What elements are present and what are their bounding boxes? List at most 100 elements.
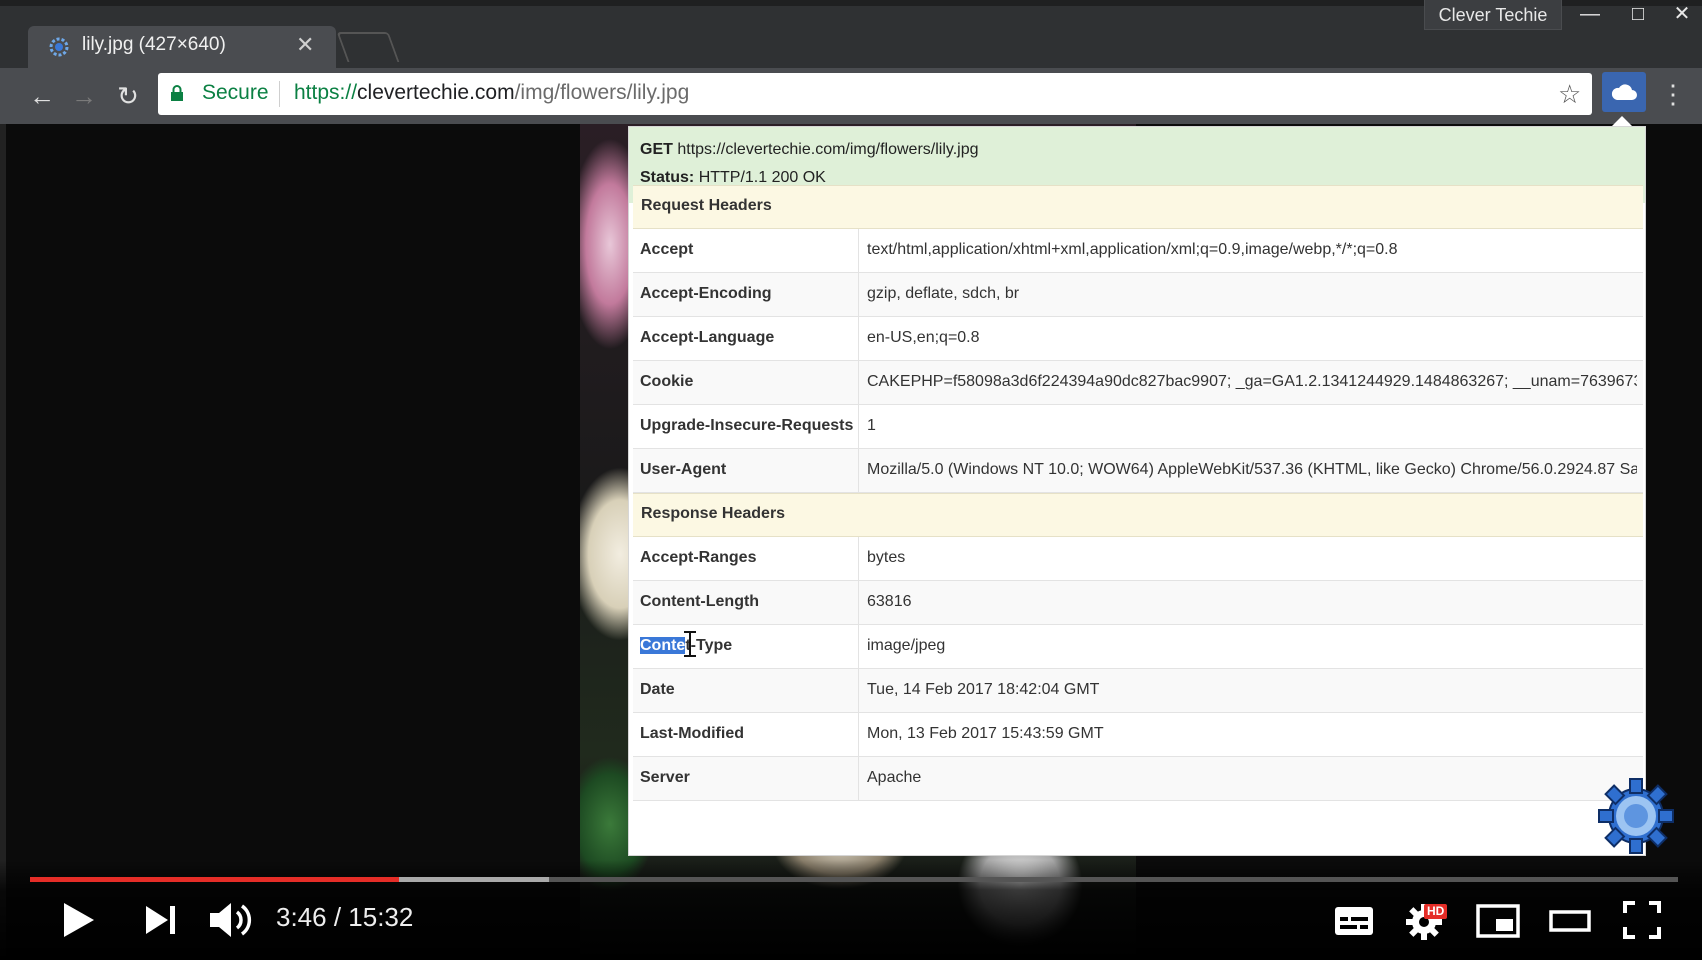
header-name: Accept-Encoding (640, 285, 772, 302)
secure-label: Secure (202, 81, 269, 104)
header-name-selected[interactable]: Contet-Type (640, 637, 732, 655)
play-icon[interactable] (56, 898, 100, 942)
url-path: /img/flowers/lily.jpg (514, 81, 690, 104)
header-name: User-Agent (640, 461, 727, 478)
cell-divider (858, 625, 859, 669)
close-window-icon[interactable]: ✕ (1658, 0, 1702, 30)
status-value: HTTP/1.1 200 OK (698, 169, 826, 186)
header-value: en-US,en;q=0.8 (867, 329, 980, 346)
header-name: Last-Modified (640, 725, 744, 742)
header-name: Content-Length (640, 593, 760, 610)
window-edge (0, 124, 6, 960)
header-row: User-Agent Mozilla/5.0 (Windows NT 10.0;… (633, 449, 1643, 493)
http-headers-popup: GET https://clevertechie.com/img/flowers… (628, 126, 1646, 856)
header-value: 1 (867, 417, 876, 434)
header-value: text/html,application/xhtml+xml,applicat… (867, 241, 1398, 258)
url-host: clevertechie.com (357, 81, 515, 104)
browser-toolbar: ← → ↻ Secure https://clevertechie.com/im… (0, 68, 1702, 124)
header-row: Last-Modified Mon, 13 Feb 2017 15:43:59 … (633, 713, 1643, 757)
cell-divider (858, 229, 859, 273)
request-method: GET (640, 141, 673, 158)
header-row: Contet-Type image/jpeg (633, 625, 1643, 669)
profile-button[interactable]: Clever Techie (1424, 0, 1562, 30)
header-value: Tue, 14 Feb 2017 18:42:04 GMT (867, 681, 1100, 698)
address-divider (279, 81, 280, 107)
header-name: Upgrade-Insecure-Requests (640, 417, 854, 434)
header-row: Accept-Language en-US,en;q=0.8 (633, 317, 1643, 361)
browser-titlebar: Clever Techie — □ ✕ lily.jpg (427×640) ✕ (0, 0, 1702, 68)
minimize-icon[interactable]: — (1566, 0, 1614, 30)
header-row: Server Apache (633, 757, 1643, 801)
kebab-menu-icon[interactable]: ⋮ (1660, 76, 1686, 112)
skip-next-icon[interactable] (140, 898, 184, 942)
tab-title: lily.jpg (427×640) (82, 34, 226, 55)
header-value: 63816 (867, 593, 912, 610)
request-headers-header: Request Headers (633, 185, 1643, 229)
maximize-icon[interactable]: □ (1614, 0, 1662, 30)
header-row: Accept-Encoding gzip, deflate, sdch, br (633, 273, 1643, 317)
cell-divider (858, 537, 859, 581)
cell-divider (858, 317, 859, 361)
header-name-rest: t-Type (685, 637, 733, 654)
cell-divider (858, 273, 859, 317)
header-name: Accept (640, 241, 694, 258)
cell-divider (858, 361, 859, 405)
lock-icon (171, 85, 183, 101)
progress-played (30, 877, 399, 882)
header-value: gzip, deflate, sdch, br (867, 285, 1020, 302)
header-row: Content-Length 63816 (633, 581, 1643, 625)
cell-divider (858, 405, 859, 449)
cell-divider (858, 449, 859, 493)
tab-close-icon[interactable]: ✕ (296, 32, 314, 58)
hd-badge: HD (1424, 904, 1448, 919)
request-headers-title: Request Headers (641, 197, 772, 214)
fullscreen-icon[interactable] (1622, 900, 1662, 940)
header-name: Accept-Language (640, 329, 775, 346)
url-text[interactable]: https://clevertechie.com/img/flowers/lil… (294, 81, 689, 105)
cell-divider (858, 581, 859, 625)
bookmark-star-icon[interactable]: ☆ (1558, 79, 1581, 110)
forward-arrow-icon[interactable]: → (66, 78, 102, 114)
gear-overlay-icon (1598, 778, 1674, 854)
url-scheme: https:// (294, 81, 358, 104)
header-value: Apache (867, 769, 922, 786)
text-selection: Conte (640, 637, 686, 654)
header-row: Accept text/html,application/xhtml+xml,a… (633, 229, 1643, 273)
cell-divider (858, 713, 859, 757)
header-row: Cookie CAKEPHP=f58098a3d6f224394a90dc827… (633, 361, 1643, 405)
header-row: Accept-Ranges bytes (633, 537, 1643, 581)
header-value: image/jpeg (867, 637, 946, 654)
address-bar[interactable]: Secure https://clevertechie.com/img/flow… (158, 73, 1592, 115)
new-tab-button[interactable] (336, 32, 400, 62)
header-name: Date (640, 681, 675, 698)
header-value: Mon, 13 Feb 2017 15:43:59 GMT (867, 725, 1104, 742)
http-headers-extension-button[interactable] (1602, 72, 1646, 112)
cell-divider (858, 757, 859, 801)
header-value: CAKEPHP=f58098a3d6f224394a90dc827bac9907… (867, 373, 1637, 390)
header-name: Cookie (640, 373, 694, 390)
header-row: Upgrade-Insecure-Requests 1 (633, 405, 1643, 449)
theater-mode-icon[interactable] (1548, 904, 1592, 938)
popup-pointer (1612, 116, 1632, 126)
request-line: GET https://clevertechie.com/img/flowers… (640, 141, 978, 159)
header-value: Mozilla/5.0 (Windows NT 10.0; WOW64) App… (867, 461, 1637, 478)
status-label: Status: (640, 169, 695, 186)
back-arrow-icon[interactable]: ← (24, 78, 60, 114)
browser-tab[interactable]: lily.jpg (427×640) ✕ (28, 26, 336, 68)
reload-icon[interactable]: ↻ (110, 78, 146, 114)
time-display: 3:46 / 15:32 (276, 902, 414, 932)
response-headers-header: Response Headers (633, 493, 1643, 537)
header-row: Date Tue, 14 Feb 2017 18:42:04 GMT (633, 669, 1643, 713)
cell-divider (858, 669, 859, 713)
text-cursor-icon (684, 631, 696, 657)
volume-icon[interactable] (206, 898, 256, 942)
header-name: Server (640, 769, 690, 786)
loading-spinner-icon (49, 37, 69, 57)
response-headers-title: Response Headers (641, 505, 786, 522)
request-url: https://clevertechie.com/img/flowers/lil… (677, 141, 979, 158)
cloud-icon (1611, 84, 1637, 100)
miniplayer-icon[interactable] (1476, 904, 1520, 938)
captions-icon[interactable] (1334, 904, 1374, 938)
header-value: bytes (867, 549, 906, 566)
header-name: Accept-Ranges (640, 549, 757, 566)
